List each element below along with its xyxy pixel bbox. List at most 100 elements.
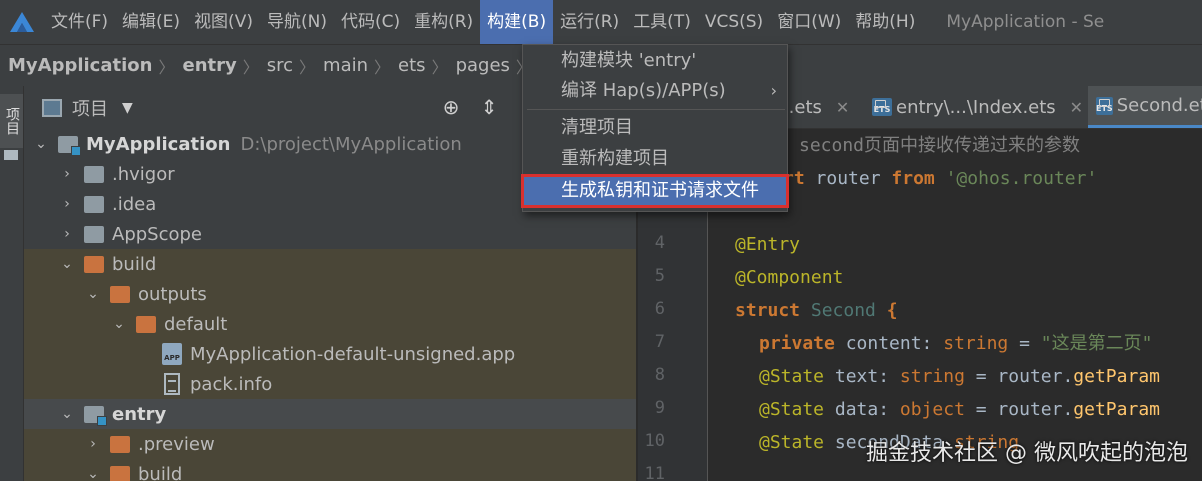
code-type: string bbox=[943, 333, 1009, 354]
menu-separator bbox=[527, 109, 785, 110]
tree-item-label: MyApplication bbox=[86, 133, 231, 155]
tool-window-strip: 项目 bbox=[0, 86, 24, 481]
tree-item-preview[interactable]: › .preview bbox=[24, 429, 636, 459]
menu-item-build-module[interactable]: 构建模块 'entry' bbox=[523, 46, 787, 76]
menu-item-clean-project[interactable]: 清理项目 bbox=[523, 113, 787, 143]
tree-item-default[interactable]: ⌄ default bbox=[24, 309, 636, 339]
folder-icon bbox=[84, 165, 104, 183]
tree-item-label: .preview bbox=[138, 433, 215, 455]
chevron-down-icon[interactable]: ⌄ bbox=[84, 286, 102, 302]
menu-refactor[interactable]: 重构(R) bbox=[407, 0, 480, 44]
chevron-right-icon[interactable]: › bbox=[84, 436, 102, 452]
breadcrumb-item-project[interactable]: MyApplication bbox=[0, 55, 158, 76]
line-number: 11 bbox=[644, 464, 665, 481]
chevron-down-icon[interactable]: ⌄ bbox=[58, 256, 76, 272]
chevron-down-icon[interactable]: ⌄ bbox=[84, 466, 102, 481]
excluded-folder-icon bbox=[136, 315, 156, 333]
ets-file-icon: ETS bbox=[872, 98, 892, 116]
excluded-folder-icon bbox=[110, 435, 130, 453]
folder-icon bbox=[4, 150, 18, 160]
breadcrumb-item-ets[interactable]: ets bbox=[390, 55, 432, 76]
code-keyword: private bbox=[759, 333, 835, 354]
chevron-right-icon: 〉 bbox=[242, 57, 259, 77]
menu-view[interactable]: 视图(V) bbox=[187, 0, 260, 44]
chevron-right-icon[interactable]: › bbox=[58, 226, 76, 242]
close-icon[interactable]: ✕ bbox=[836, 98, 849, 117]
menu-item-label: 编译 Hap(s)/APP(s) bbox=[561, 80, 726, 101]
tab-second-ets[interactable]: ETS Second.et bbox=[1088, 86, 1202, 128]
chevron-right-icon: 〉 bbox=[374, 57, 391, 77]
tree-item-pack-info[interactable]: › pack.info bbox=[24, 369, 636, 399]
project-tool-tab[interactable]: 项目 bbox=[0, 94, 23, 148]
tree-item-label: build bbox=[138, 463, 183, 481]
module-folder-icon bbox=[84, 405, 107, 426]
menu-tools[interactable]: 工具(T) bbox=[626, 0, 698, 44]
tree-item-label: AppScope bbox=[112, 223, 202, 245]
excluded-folder-icon bbox=[84, 255, 104, 273]
tab-entry-index-ets[interactable]: ETS entry\...\Index.ets ✕ bbox=[864, 86, 1090, 128]
code-line: private content: string = "这是第二页" bbox=[759, 327, 1152, 360]
chevron-right-icon[interactable]: › bbox=[58, 196, 76, 212]
collapse-all-icon[interactable]: ⇕ bbox=[478, 96, 500, 118]
excluded-folder-icon bbox=[110, 465, 130, 481]
code-line: second页面中接收传递过来的参数 bbox=[799, 129, 1080, 162]
menu-item-compile-hap[interactable]: 编译 Hap(s)/APP(s) › bbox=[523, 76, 787, 106]
breadcrumb-item-entry[interactable]: entry bbox=[174, 55, 242, 76]
tab-label: Second.et bbox=[1116, 95, 1202, 116]
line-number: 8 bbox=[654, 365, 665, 385]
tree-item-entry[interactable]: ⌄ entry bbox=[24, 399, 636, 429]
menu-bar: 文件(F) 编辑(E) 视图(V) 导航(N) 代码(C) 重构(R) 构建(B… bbox=[0, 0, 1202, 44]
text-file-icon bbox=[164, 373, 180, 395]
code-line: @Component bbox=[735, 261, 843, 294]
menu-vcs[interactable]: VCS(S) bbox=[698, 0, 770, 44]
window-title: MyApplication - Se bbox=[946, 12, 1105, 32]
breadcrumb-item-src[interactable]: src bbox=[259, 55, 299, 76]
code-string: "这是第二页" bbox=[1040, 333, 1153, 354]
line-number: 5 bbox=[654, 266, 665, 286]
code-line: @Entry bbox=[735, 228, 800, 261]
menu-build[interactable]: 构建(B) bbox=[480, 0, 554, 44]
tree-item-appscope[interactable]: › AppScope bbox=[24, 219, 636, 249]
code-keyword: struct bbox=[735, 300, 801, 321]
menu-item-label: 生成私钥和证书请求文件 bbox=[561, 180, 759, 201]
chevron-down-icon[interactable]: ⌄ bbox=[32, 136, 50, 152]
close-icon[interactable]: ✕ bbox=[1070, 98, 1083, 117]
code-type: object bbox=[899, 399, 965, 420]
module-folder-icon bbox=[58, 135, 81, 156]
locate-icon[interactable]: ⊕ bbox=[440, 96, 462, 118]
menu-run[interactable]: 运行(R) bbox=[553, 0, 626, 44]
chevron-down-icon[interactable]: ⌄ bbox=[58, 406, 76, 422]
caret-down-icon[interactable]: ▼ bbox=[122, 100, 133, 116]
code-text: = router. bbox=[964, 399, 1074, 420]
code-keyword: from bbox=[891, 168, 935, 189]
breadcrumb-item-pages[interactable]: pages bbox=[448, 55, 516, 76]
tree-item-outputs[interactable]: ⌄ outputs bbox=[24, 279, 636, 309]
menu-code[interactable]: 代码(C) bbox=[334, 0, 407, 44]
code-line: @State text: string = router.getParam bbox=[759, 360, 1160, 393]
project-panel-title[interactable]: 项目 bbox=[72, 95, 108, 121]
menu-item-generate-key-csr[interactable]: 生成私钥和证书请求文件 bbox=[521, 174, 789, 208]
line-number: 7 bbox=[654, 332, 665, 352]
tree-item-label: entry bbox=[112, 403, 167, 425]
tree-item-build[interactable]: ⌄ build bbox=[24, 249, 636, 279]
tree-item-app-file[interactable]: › APP MyApplication-default-unsigned.app bbox=[24, 339, 636, 369]
breadcrumb-item-main[interactable]: main bbox=[315, 55, 374, 76]
menu-help[interactable]: 帮助(H) bbox=[848, 0, 922, 44]
tree-item-label: default bbox=[164, 313, 228, 335]
line-number: 6 bbox=[654, 299, 665, 319]
project-view-icon bbox=[42, 98, 62, 117]
tree-item-label: .idea bbox=[112, 193, 157, 215]
code-function: getParam bbox=[1073, 399, 1160, 420]
code-line: rt router from '@ohos.router' bbox=[783, 162, 1097, 195]
line-number: 4 bbox=[654, 233, 665, 253]
tree-item-entry-build[interactable]: ⌄ build bbox=[24, 459, 636, 481]
menu-edit[interactable]: 编辑(E) bbox=[115, 0, 187, 44]
menu-navigate[interactable]: 导航(N) bbox=[260, 0, 334, 44]
menu-window[interactable]: 窗口(W) bbox=[770, 0, 848, 44]
chevron-right-icon: 〉 bbox=[431, 57, 448, 77]
menu-file[interactable]: 文件(F) bbox=[44, 0, 115, 44]
chevron-right-icon[interactable]: › bbox=[58, 166, 76, 182]
chevron-down-icon[interactable]: ⌄ bbox=[110, 316, 128, 332]
code-line: @State data: object = router.getParam bbox=[759, 393, 1160, 426]
menu-item-rebuild-project[interactable]: 重新构建项目 bbox=[523, 144, 787, 174]
